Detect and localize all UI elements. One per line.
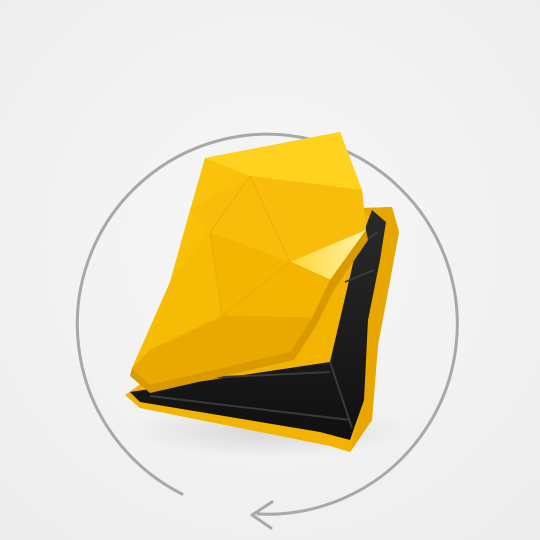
folding-case — [125, 132, 399, 452]
product-360-viewer[interactable] — [0, 0, 540, 540]
product-render — [75, 132, 459, 530]
